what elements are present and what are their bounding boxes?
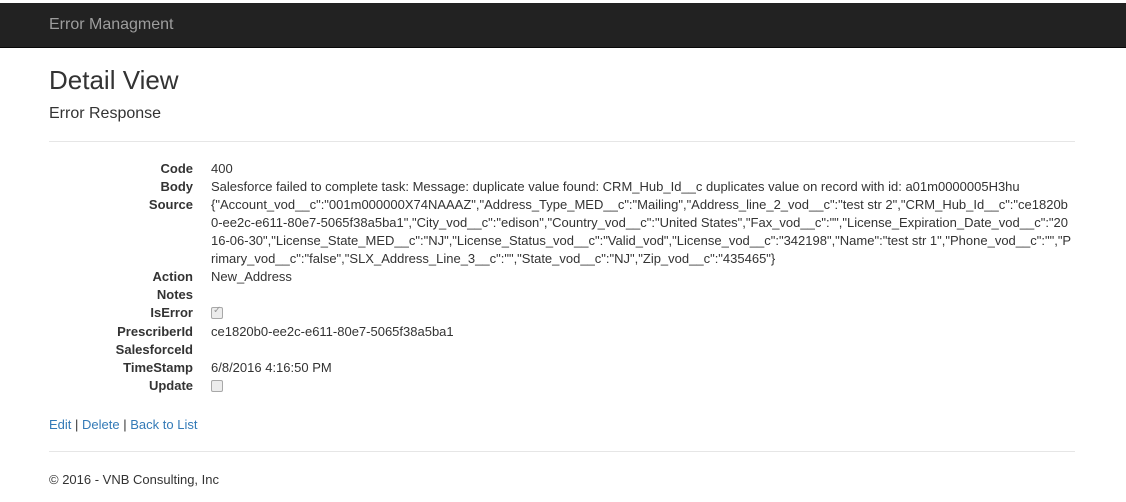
navbar: Error Managment bbox=[0, 3, 1126, 48]
field-salesforce-id: SalesforceId bbox=[49, 341, 1079, 359]
field-code: Code 400 bbox=[49, 160, 1079, 178]
notes-label: Notes bbox=[156, 287, 193, 302]
edit-link[interactable]: Edit bbox=[49, 417, 71, 432]
page-subtitle: Error Response bbox=[49, 105, 162, 122]
field-source: Source {"Account_vod__c":"001m000000X74N… bbox=[49, 196, 1079, 268]
link-separator: | bbox=[75, 417, 79, 432]
field-notes: Notes bbox=[49, 286, 1079, 304]
timestamp-label: TimeStamp bbox=[123, 360, 193, 375]
is-error-value: ✓ bbox=[211, 304, 1075, 323]
update-checkbox[interactable] bbox=[211, 380, 223, 392]
update-value bbox=[211, 377, 1075, 396]
field-update: Update bbox=[49, 377, 1079, 396]
timestamp-value: 6/8/2016 4:16:50 PM bbox=[211, 360, 332, 375]
footer-copyright: © 2016 - VNB Consulting, Inc bbox=[49, 472, 219, 487]
is-error-label: IsError bbox=[150, 305, 193, 320]
delete-link[interactable]: Delete bbox=[82, 417, 120, 432]
field-prescriber-id: PrescriberId ce1820b0-ee2c-e611-80e7-506… bbox=[49, 323, 1079, 341]
brand-link[interactable]: Error Managment bbox=[49, 16, 174, 34]
check-icon: ✓ bbox=[213, 305, 222, 316]
field-is-error: IsError ✓ bbox=[49, 304, 1079, 323]
link-separator: | bbox=[123, 417, 127, 432]
notes-value bbox=[211, 286, 1075, 304]
page-title: Detail View bbox=[49, 65, 179, 95]
field-action: Action New_Address bbox=[49, 268, 1079, 286]
prescriber-id-label: PrescriberId bbox=[117, 324, 193, 339]
action-value: New_Address bbox=[211, 269, 292, 284]
source-value: {"Account_vod__c":"001m000000X74NAAAZ","… bbox=[211, 197, 1072, 266]
body-value: Salesforce failed to complete task: Mess… bbox=[211, 179, 1020, 194]
prescriber-id-value: ce1820b0-ee2c-e611-80e7-5065f38a5ba1 bbox=[211, 324, 454, 339]
update-label: Update bbox=[148, 378, 193, 393]
field-body: Body Salesforce failed to complete task:… bbox=[49, 178, 1079, 196]
field-timestamp: TimeStamp 6/8/2016 4:16:50 PM bbox=[49, 359, 1079, 377]
is-error-checkbox[interactable]: ✓ bbox=[211, 305, 223, 319]
action-links: Edit | Delete | Back to List bbox=[49, 416, 197, 434]
salesforce-id-label: SalesforceId bbox=[115, 342, 193, 357]
back-to-list-link[interactable]: Back to List bbox=[130, 417, 197, 432]
divider-bottom bbox=[49, 451, 1075, 452]
code-label: Code bbox=[160, 161, 194, 176]
body-label: Body bbox=[160, 179, 194, 194]
code-value: 400 bbox=[211, 161, 233, 176]
divider-top bbox=[49, 141, 1075, 142]
source-label: Source bbox=[148, 197, 193, 212]
salesforce-id-value bbox=[211, 341, 1075, 359]
action-label: Action bbox=[152, 269, 193, 284]
detail-list: Code 400 Body Salesforce failed to compl… bbox=[49, 160, 1079, 396]
